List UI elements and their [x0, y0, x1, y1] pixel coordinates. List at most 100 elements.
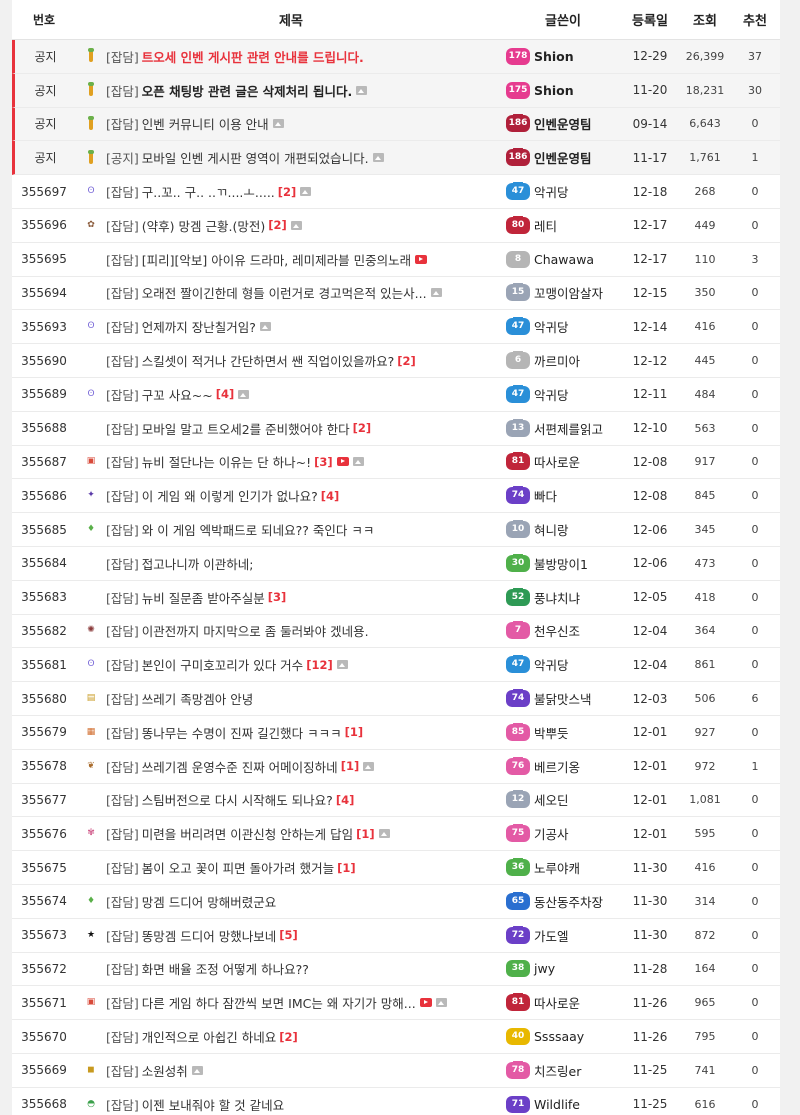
table-row[interactable]: 355688 [잡담] 모바일 말고 트오세2를 준비했어야 한다 [2] 13 서편제를…: [12, 412, 780, 446]
post-title-link[interactable]: 구..꼬.. 구.. ..ㄲ....ㅗ.....: [142, 182, 275, 201]
post-title-cell[interactable]: [잡담] 미련을 버리려면 이관신청 안하는게 답임 [1]: [106, 824, 506, 843]
post-title-cell[interactable]: [잡담] 오래전 짤이긴한데 형들 이런거로 경고먹은적 있는사...: [106, 283, 506, 302]
table-row[interactable]: 355689 ʘ [잡담] 구꼬 사요~~ [4] 47 악귀당 12-11 484 0: [12, 378, 780, 412]
writer-name[interactable]: 악귀당: [534, 655, 569, 674]
writer-name[interactable]: 꼬맹이암살자: [534, 283, 603, 302]
writer-name[interactable]: 따사로운: [534, 993, 580, 1012]
post-title-cell[interactable]: [잡담] 똥망겜 드디어 망했나보네 [5]: [106, 926, 506, 945]
post-writer[interactable]: 81 따사로운: [506, 993, 620, 1012]
comment-count[interactable]: [4]: [216, 387, 235, 401]
notice-row[interactable]: 공지 [공지] 모바일 인벤 게시판 영역이 개편되었습니다. 186 인벤운영팀 11-…: [12, 141, 780, 176]
post-title-link[interactable]: 와 이 게임 엑박패드로 되네요?? 죽인다 ㅋㅋ: [142, 520, 375, 539]
post-writer[interactable]: 6 까르미아: [506, 351, 620, 370]
comment-count[interactable]: [1]: [345, 725, 364, 739]
comment-count[interactable]: [2]: [397, 354, 416, 368]
post-title-cell[interactable]: [잡담] 이관전까지 마지막으로 좀 둘러봐야 겠네용.: [106, 621, 506, 640]
comment-count[interactable]: [2]: [279, 1030, 298, 1044]
notice-row[interactable]: 공지 [잡담] 오픈 채팅방 관련 글은 삭제처리 됩니다. 175 Shion 11-2…: [12, 73, 780, 108]
post-title-cell[interactable]: [잡담] 뉴비 절단나는 이유는 단 하나~! [3]: [106, 452, 506, 471]
writer-name[interactable]: 빠다: [534, 486, 557, 505]
post-writer[interactable]: 72 가도엘: [506, 925, 620, 945]
writer-name[interactable]: 따사로운: [534, 452, 580, 471]
post-title-link[interactable]: 이 게임 왜 이렇게 인기가 없나요?: [142, 486, 318, 505]
post-writer[interactable]: 74 빠다: [506, 486, 620, 505]
table-row[interactable]: 355684 [잡담] 접고나니까 이관하네; 30 불방망이1 12-06 473 0: [12, 547, 780, 581]
post-title-link[interactable]: 망겜 드디어 망해버렸군요: [142, 892, 276, 911]
post-title-cell[interactable]: [잡담] 똥나무는 수명이 진짜 길긴했다 ㅋㅋㅋ [1]: [106, 723, 506, 742]
post-writer[interactable]: 47 악귀당: [506, 317, 620, 336]
post-writer[interactable]: 186 인벤운영팀: [506, 148, 620, 167]
post-writer[interactable]: 74 불닭맛스낵: [506, 689, 620, 708]
post-title-link[interactable]: 뉴비 절단나는 이유는 단 하나~!: [142, 452, 311, 471]
comment-count[interactable]: [1]: [337, 861, 356, 875]
post-title-cell[interactable]: [잡담] 소원성취: [106, 1061, 506, 1080]
post-title-link[interactable]: 소원성취: [142, 1061, 188, 1080]
writer-name[interactable]: 동산동주차장: [534, 892, 603, 911]
post-title-link[interactable]: 이관전까지 마지막으로 좀 둘러봐야 겠네용.: [142, 621, 369, 640]
writer-name[interactable]: 베르기옹: [534, 757, 580, 776]
post-title-cell[interactable]: [잡담] 트오세 인벤 게시판 관련 안내를 드립니다.: [106, 47, 506, 66]
table-row[interactable]: 355695 [잡담] [피리][악보] 아이유 드라마, 레미제라블 민중의노래 8…: [12, 243, 780, 277]
post-writer[interactable]: 178 Shion: [506, 47, 620, 65]
post-writer[interactable]: 40 Ssssaay: [506, 1028, 620, 1045]
writer-name[interactable]: Shion: [534, 83, 574, 98]
post-title-link[interactable]: 뉴비 질문좀 받아주실분: [142, 588, 265, 607]
post-writer[interactable]: 76 베르기옹: [506, 756, 620, 776]
post-title-cell[interactable]: [잡담] 와 이 게임 엑박패드로 되네요?? 죽인다 ㅋㅋ: [106, 520, 506, 539]
post-title-link[interactable]: 다른 게임 하다 잠깐씩 보면 IMC는 왜 자기가 망해...: [142, 993, 416, 1012]
writer-name[interactable]: 악귀당: [534, 317, 569, 336]
post-title-cell[interactable]: [잡담] 쓰레기 족망겜아 안녕: [106, 689, 506, 708]
comment-count[interactable]: [2]: [268, 218, 287, 232]
table-row[interactable]: 355672 [잡담] 화면 배율 조정 어떻게 하나요?? 38 jwy 11-28 16…: [12, 953, 780, 987]
post-title-cell[interactable]: [잡담] 이 게임 왜 이렇게 인기가 없나요? [4]: [106, 486, 506, 505]
post-title-link[interactable]: 언제까지 장난칠거임?: [142, 317, 256, 336]
writer-name[interactable]: 혀니랑: [534, 520, 569, 539]
post-title-cell[interactable]: [잡담] 구..꼬.. 구.. ..ㄲ....ㅗ..... [2]: [106, 182, 506, 201]
notice-row[interactable]: 공지 [잡담] 트오세 인벤 게시판 관련 안내를 드립니다. 178 Shion 12-…: [12, 40, 780, 74]
table-row[interactable]: 355679 ▦ [잡담] 똥나무는 수명이 진짜 길긴했다 ㅋㅋㅋ [1] 85 박뿌듯 1…: [12, 716, 780, 750]
writer-name[interactable]: 레티: [534, 216, 557, 235]
table-row[interactable]: 355676 ✾ [잡담] 미련을 버리려면 이관신청 안하는게 답임 [1] 75 기공사…: [12, 817, 780, 852]
writer-name[interactable]: 인벤운영팀: [534, 114, 592, 133]
post-writer[interactable]: 47 악귀당: [506, 655, 620, 674]
post-writer[interactable]: 175 Shion: [506, 81, 620, 99]
post-title-cell[interactable]: [잡담] 화면 배율 조정 어떻게 하나요??: [106, 959, 506, 978]
post-title-cell[interactable]: [잡담] 이젠 보내줘야 할 것 같네요: [106, 1095, 506, 1114]
table-row[interactable]: 355671 ▣ [잡담] 다른 게임 하다 잠깐씩 보면 IMC는 왜 자기가 망해…: [12, 986, 780, 1021]
post-title-cell[interactable]: [잡담] 구꼬 사요~~ [4]: [106, 385, 506, 404]
writer-name[interactable]: Chawawa: [534, 252, 594, 267]
writer-name[interactable]: 세오딘: [534, 790, 569, 809]
writer-name[interactable]: Shion: [534, 49, 574, 64]
writer-name[interactable]: 불방망이1: [534, 554, 588, 573]
post-title-cell[interactable]: [잡담] 쓰레기겜 운영수준 진짜 어메이징하네 [1]: [106, 757, 506, 776]
post-writer[interactable]: 7 천우신조: [506, 621, 620, 640]
post-writer[interactable]: 12 세오딘: [506, 790, 620, 809]
post-title-cell[interactable]: [잡담] 뉴비 질문좀 받아주실분 [3]: [106, 588, 506, 607]
post-title-link[interactable]: 모바일 인벤 게시판 영역이 개편되었습니다.: [142, 148, 369, 167]
post-writer[interactable]: 36 노루야캐: [506, 858, 620, 877]
post-writer[interactable]: 13 서편제를읽고: [506, 418, 620, 438]
table-row[interactable]: 355678 ❦ [잡담] 쓰레기겜 운영수준 진짜 어메이징하네 [1] 76 베르기옹 1…: [12, 750, 780, 784]
writer-name[interactable]: 가도엘: [534, 926, 569, 945]
table-row[interactable]: 355686 ✦ [잡담] 이 게임 왜 이렇게 인기가 없나요? [4] 74 빠다 12-…: [12, 479, 780, 514]
comment-count[interactable]: [1]: [356, 827, 375, 841]
post-writer[interactable]: 38 jwy: [506, 960, 620, 978]
table-row[interactable]: 355683 [잡담] 뉴비 질문좀 받아주실분 [3] 52 풍냐치냐 12-05 418 0: [12, 581, 780, 615]
post-title-cell[interactable]: [잡담] (약후) 망겜 근황.(망전) [2]: [106, 216, 506, 235]
post-title-link[interactable]: 인벤 커뮤니티 이용 안내: [142, 114, 269, 133]
comment-count[interactable]: [2]: [278, 185, 297, 199]
post-writer[interactable]: 80 레티: [506, 215, 620, 235]
post-writer[interactable]: 85 박뿌듯: [506, 722, 620, 742]
table-row[interactable]: 355696 ✿ [잡담] (약후) 망겜 근황.(망전) [2] 80 레티 12-17 44…: [12, 209, 780, 243]
writer-name[interactable]: 천우신조: [534, 621, 580, 640]
table-row[interactable]: 355681 ʘ [잡담] 본인이 구미호꼬리가 있다 거수 [12] 47 악귀당 12-0…: [12, 648, 780, 683]
post-title-link[interactable]: 오래전 짤이긴한데 형들 이런거로 경고먹은적 있는사...: [142, 283, 427, 302]
post-title-cell[interactable]: [잡담] 개인적으로 아쉽긴 하네요 [2]: [106, 1027, 506, 1046]
post-writer[interactable]: 52 풍냐치냐: [506, 587, 620, 607]
comment-count[interactable]: [5]: [279, 928, 298, 942]
post-title-link[interactable]: 이젠 보내줘야 할 것 같네요: [142, 1095, 284, 1114]
post-title-cell[interactable]: [잡담] 봄이 오고 꽃이 피면 돌아가려 했거늘 [1]: [106, 858, 506, 877]
post-title-link[interactable]: 접고나니까 이관하네;: [142, 554, 254, 573]
post-title-link[interactable]: 트오세 인벤 게시판 관련 안내를 드립니다.: [142, 47, 364, 66]
table-row[interactable]: 355680 ▤ [잡담] 쓰레기 족망겜아 안녕 74 불닭맛스낵 12-03 506 6: [12, 682, 780, 716]
